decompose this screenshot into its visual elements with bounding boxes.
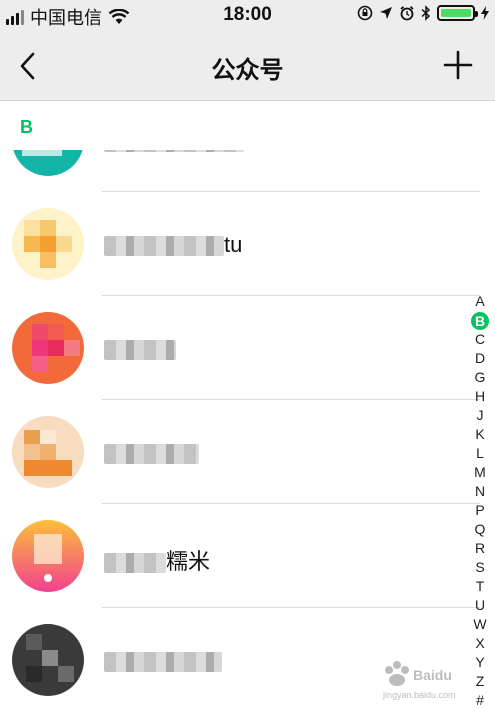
account-name — [104, 648, 222, 674]
account-list[interactable]: tu 糯米 — [0, 150, 495, 706]
index-letter[interactable]: C — [470, 330, 490, 349]
account-name — [104, 440, 199, 466]
avatar — [12, 208, 84, 280]
account-name — [104, 150, 244, 154]
account-name: tu — [104, 232, 242, 258]
list-item[interactable] — [0, 150, 480, 192]
bluetooth-icon — [421, 5, 431, 21]
battery-icon — [437, 5, 478, 21]
index-letter[interactable]: A — [470, 292, 490, 311]
section-letter: B — [20, 117, 33, 137]
avatar — [12, 416, 84, 488]
index-letter[interactable]: J — [470, 406, 490, 425]
avatar — [12, 624, 84, 696]
list-item[interactable] — [0, 296, 480, 400]
avatar — [12, 150, 84, 176]
index-letter[interactable]: K — [470, 425, 490, 444]
account-name-text: tu — [224, 232, 243, 257]
add-button[interactable] — [443, 50, 473, 80]
avatar — [12, 312, 84, 384]
index-letter[interactable]: G — [470, 368, 490, 387]
index-letter[interactable]: M — [470, 463, 490, 482]
nav-bar: 公众号 — [0, 30, 495, 101]
page-title: 公众号 — [211, 57, 284, 84]
index-letter[interactable]: T — [470, 577, 490, 596]
list-item[interactable] — [0, 400, 480, 504]
index-letter[interactable]: P — [470, 501, 490, 520]
list-item[interactable]: 糯米 — [0, 504, 480, 608]
avatar — [12, 520, 84, 592]
section-header: B — [0, 101, 495, 151]
account-name-text: 糯米 — [166, 549, 211, 574]
baidu-watermark-logo: Baidu jingyan.baidu.com — [382, 661, 456, 700]
index-letter[interactable]: Q — [470, 520, 490, 539]
index-letter[interactable]: R — [470, 539, 490, 558]
index-letter[interactable]: H — [470, 387, 490, 406]
status-right — [357, 5, 489, 21]
index-letter[interactable]: L — [470, 444, 490, 463]
index-letter[interactable]: N — [470, 482, 490, 501]
svg-text:Baidu: Baidu — [413, 667, 452, 683]
plus-icon — [443, 50, 473, 80]
index-letter[interactable]: S — [470, 558, 490, 577]
charging-icon — [481, 6, 489, 20]
index-letter[interactable]: B — [471, 311, 489, 330]
svg-text:jingyan.baidu.com: jingyan.baidu.com — [382, 690, 456, 700]
index-letter[interactable]: W — [470, 615, 490, 634]
rotation-lock-icon — [357, 5, 373, 21]
account-name — [104, 336, 176, 362]
index-letter[interactable]: X — [470, 634, 490, 653]
location-icon — [380, 7, 392, 19]
account-name: 糯米 — [104, 544, 210, 576]
status-bar: 中国电信 18:00 — [0, 0, 495, 30]
alphabet-index[interactable]: A B C D G H J K L M N P Q R S T U W X Y Z # — [469, 292, 491, 710]
list-item[interactable]: tu — [0, 192, 480, 296]
index-letter[interactable]: D — [470, 349, 490, 368]
index-letter[interactable]: U — [470, 596, 490, 615]
alarm-icon — [400, 6, 414, 21]
